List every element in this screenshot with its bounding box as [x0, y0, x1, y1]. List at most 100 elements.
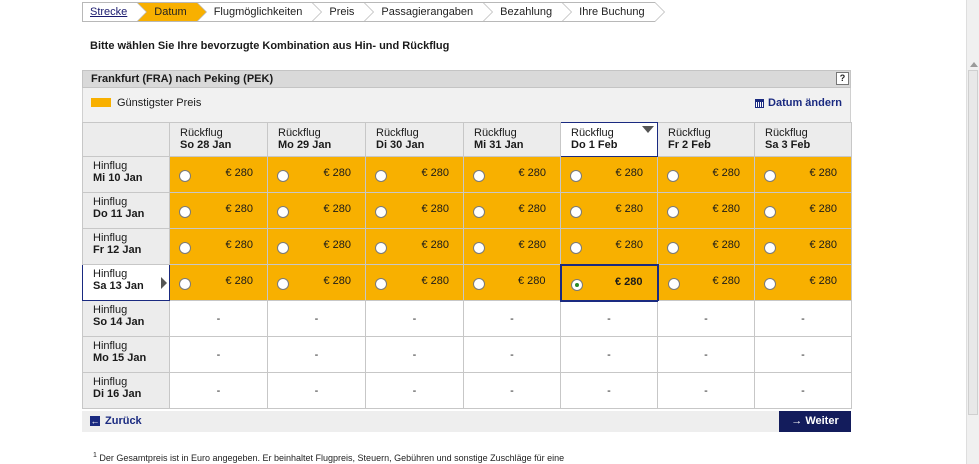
change-date-link[interactable]: Datum ändern — [755, 97, 842, 109]
outbound-date-header[interactable]: Hinflug Do 11 Jan — [82, 192, 170, 229]
fare-price: € 280 — [225, 275, 253, 287]
fare-cell[interactable]: € 280 — [267, 156, 366, 193]
fare-radio[interactable] — [277, 206, 289, 218]
fare-radio[interactable] — [277, 278, 289, 290]
fare-cell-unavailable: - — [754, 372, 852, 409]
fare-cell[interactable]: € 280 — [463, 156, 561, 193]
fare-price: € 280 — [421, 203, 449, 215]
fare-cell[interactable]: € 280 — [754, 192, 852, 229]
instruction-text: Bitte wählen Sie Ihre bevorzugte Kombina… — [90, 40, 450, 52]
return-date-header[interactable]: Rückflug So 28 Jan — [169, 122, 268, 157]
fare-radio[interactable] — [375, 206, 387, 218]
booking-steps: Strecke Datum Flugmöglichkeiten Preis Pa… — [82, 2, 666, 22]
fare-cell[interactable]: € 280 — [365, 264, 464, 301]
return-date-header[interactable]: Rückflug Di 30 Jan — [365, 122, 464, 157]
next-button[interactable]: → Weiter — [779, 411, 851, 432]
fare-cell[interactable]: € 280 — [463, 192, 561, 229]
outbound-date-header[interactable]: Hinflug Mo 15 Jan — [82, 336, 170, 373]
return-header-label: Rückflug — [180, 127, 223, 139]
fare-cell[interactable]: € 280 — [463, 264, 561, 301]
fare-cell[interactable]: € 280 — [169, 264, 268, 301]
fare-radio[interactable] — [277, 170, 289, 182]
selected-column-arrow-icon — [642, 126, 654, 133]
back-label[interactable]: Zurück — [105, 415, 142, 427]
fare-cell[interactable]: € 280 — [560, 156, 658, 193]
fare-radio[interactable] — [179, 242, 191, 254]
step-ihre-buchung: Ihre Buchung — [562, 2, 666, 22]
outbound-date-header[interactable]: Hinflug Di 16 Jan — [82, 372, 170, 409]
fare-cell[interactable]: € 280 — [267, 264, 366, 301]
outbound-date-header-selected[interactable]: Hinflug Sa 13 Jan — [82, 264, 170, 301]
fare-cell[interactable]: € 280 — [657, 156, 755, 193]
fare-radio[interactable] — [764, 242, 776, 254]
fare-cell[interactable]: € 280 — [463, 228, 561, 265]
fare-cell-unavailable: - — [463, 372, 561, 409]
return-date-header-row: Rückflug So 28 Jan Rückflug Mo 29 Jan Rück… — [82, 122, 852, 157]
fare-cell[interactable]: € 280 — [267, 192, 366, 229]
return-date-header[interactable]: Rückflug Sa 3 Feb — [754, 122, 852, 157]
step-strecke-label[interactable]: Strecke — [90, 6, 127, 18]
fare-cell[interactable]: € 280 — [267, 228, 366, 265]
fare-radio[interactable] — [179, 278, 191, 290]
fare-radio[interactable] — [667, 242, 679, 254]
return-date-header-selected[interactable]: Rückflug Do 1 Feb — [560, 122, 658, 157]
fare-cell[interactable]: € 280 — [365, 192, 464, 229]
fare-price: € 280 — [809, 275, 837, 287]
fare-radio[interactable] — [764, 206, 776, 218]
fare-radio[interactable] — [473, 242, 485, 254]
fare-radio[interactable] — [667, 206, 679, 218]
outbound-date-header[interactable]: Hinflug So 14 Jan — [82, 300, 170, 337]
route-header: Frankfurt (FRA) nach Peking (PEK) ? — [82, 70, 851, 88]
fare-radio[interactable] — [570, 170, 582, 182]
outbound-date-header[interactable]: Hinflug Mi 10 Jan — [82, 156, 170, 193]
fare-radio[interactable] — [764, 278, 776, 290]
fare-cell[interactable]: € 280 — [365, 156, 464, 193]
fare-radio[interactable] — [570, 206, 582, 218]
fare-radio[interactable] — [179, 170, 191, 182]
outbound-header-date: Di 16 Jan — [93, 388, 142, 400]
fare-price: € 280 — [712, 275, 740, 287]
fare-radio[interactable] — [375, 170, 387, 182]
fare-cell[interactable]: € 280 — [754, 156, 852, 193]
change-date-label[interactable]: Datum ändern — [768, 97, 842, 109]
fare-cell[interactable]: € 280 — [754, 228, 852, 265]
fare-cell[interactable]: € 280 — [657, 228, 755, 265]
fare-radio[interactable] — [667, 170, 679, 182]
scroll-thumb[interactable] — [968, 70, 978, 415]
fare-radio[interactable] — [277, 242, 289, 254]
fare-radio-selected[interactable] — [570, 278, 583, 291]
fare-radio[interactable] — [764, 170, 776, 182]
outbound-date-header[interactable]: Hinflug Fr 12 Jan — [82, 228, 170, 265]
return-date-header[interactable]: Rückflug Mo 29 Jan — [267, 122, 366, 157]
fare-cell[interactable]: € 280 — [657, 264, 755, 301]
fare-radio[interactable] — [473, 278, 485, 290]
fare-cell[interactable]: € 280 — [169, 228, 268, 265]
fare-radio[interactable] — [375, 278, 387, 290]
fare-radio[interactable] — [375, 242, 387, 254]
fare-radio[interactable] — [570, 242, 582, 254]
help-button[interactable]: ? — [836, 72, 849, 85]
fare-radio[interactable] — [667, 278, 680, 290]
return-date-header[interactable]: Rückflug Fr 2 Feb — [657, 122, 755, 157]
fare-cell-unavailable: - — [169, 372, 268, 409]
fare-radio[interactable] — [473, 206, 485, 218]
fare-cell[interactable]: € 280 — [560, 192, 658, 229]
step-strecke[interactable]: Strecke — [82, 2, 148, 22]
next-label[interactable]: Weiter — [805, 415, 838, 427]
return-header-label: Rückflug — [474, 127, 517, 139]
outbound-header-label: Hinflug — [93, 268, 128, 280]
fare-cell[interactable]: € 280 — [169, 192, 268, 229]
scroll-up-icon[interactable] — [970, 62, 978, 67]
vertical-scrollbar[interactable] — [966, 0, 979, 464]
fare-radio[interactable] — [473, 170, 485, 182]
back-button[interactable]: ← Zurück — [90, 415, 142, 427]
fare-cell[interactable]: € 280 — [560, 228, 658, 265]
fare-cell[interactable]: € 280 — [365, 228, 464, 265]
fare-cell[interactable]: € 280 — [169, 156, 268, 193]
fare-cell-selected[interactable]: € 280 — [559, 263, 659, 302]
return-header-label: Rückflug — [765, 127, 808, 139]
return-date-header[interactable]: Rückflug Mi 31 Jan — [463, 122, 561, 157]
fare-radio[interactable] — [179, 206, 191, 218]
fare-cell[interactable]: € 280 — [657, 192, 755, 229]
fare-cell[interactable]: € 280 — [754, 264, 852, 301]
